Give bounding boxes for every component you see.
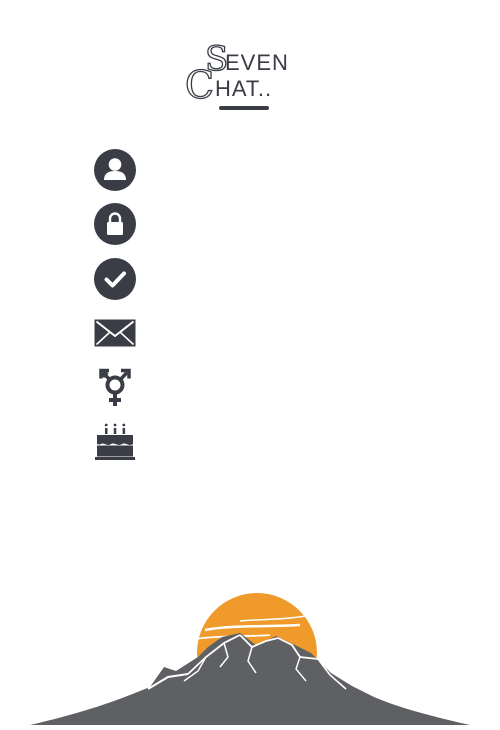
username-field[interactable] [150, 153, 414, 187]
birthday-row [94, 420, 414, 462]
confirm-password-field[interactable] [150, 262, 414, 296]
gender-icon [94, 366, 136, 408]
check-circle-icon [94, 258, 136, 300]
gender-field[interactable] [150, 370, 414, 404]
birthday-cake-icon [94, 420, 136, 462]
gender-row [94, 366, 414, 408]
logo-text-hat: HAT.. [215, 76, 273, 101]
birthday-field[interactable] [150, 424, 414, 458]
email-row [94, 312, 414, 354]
mountain-sun-illustration [0, 585, 500, 725]
envelope-icon [94, 312, 136, 354]
user-icon [94, 149, 136, 191]
username-row [94, 149, 414, 191]
lock-icon [94, 203, 136, 245]
confirm-password-row [94, 258, 414, 300]
password-row [94, 203, 414, 245]
logo-underline [219, 106, 269, 110]
app-logo: S EVEN C HAT.. [184, 41, 295, 114]
logo-text-even: EVEN [225, 50, 289, 75]
logo-initial-c: C [184, 63, 215, 107]
password-field[interactable] [150, 207, 414, 241]
email-field[interactable] [150, 316, 414, 350]
